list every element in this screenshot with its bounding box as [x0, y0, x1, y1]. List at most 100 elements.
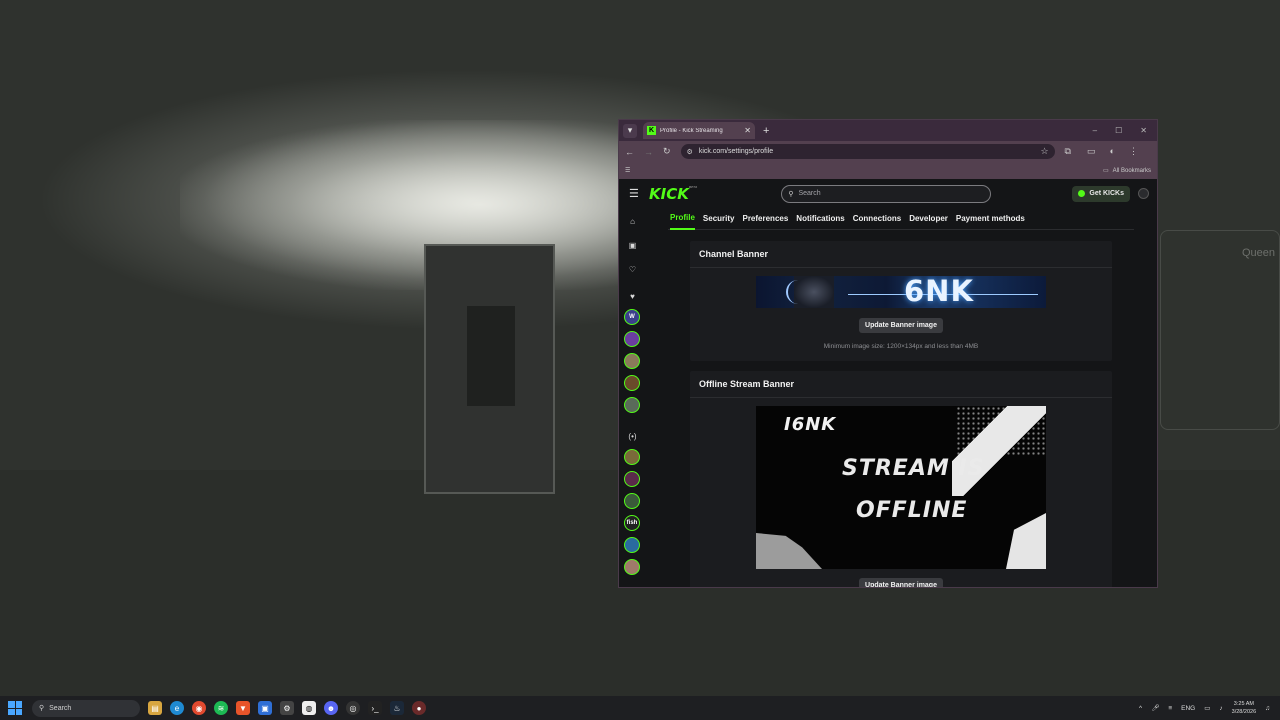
microphone-icon[interactable]: 🎤︎: [1151, 704, 1159, 712]
taskbar-apps: ▤ e ◉ ≋ ▼ ▣ ⚙ ◍ ☻ ◎ ›_ ♨ ●: [148, 701, 426, 715]
favorites-heart-icon[interactable]: ♥: [624, 288, 641, 305]
recommended-channel-avatar[interactable]: fish: [624, 515, 640, 531]
close-window-button[interactable]: ✕: [1140, 126, 1147, 135]
search-icon: ⚲: [788, 190, 794, 198]
language-indicator[interactable]: ENG: [1181, 705, 1195, 712]
discord-icon[interactable]: ☻: [324, 701, 338, 715]
followed-channel-avatar[interactable]: [624, 375, 640, 391]
channel-banner-card: Channel Banner 6NK Update Banner image M…: [690, 241, 1112, 361]
game-icon[interactable]: ●: [412, 701, 426, 715]
file-explorer-icon[interactable]: ▤: [148, 701, 162, 715]
new-tab-button[interactable]: +: [763, 125, 769, 137]
network-icon[interactable]: ≡: [1168, 705, 1172, 712]
settings-icon[interactable]: ⚙: [280, 701, 294, 715]
offline-banner-line1: STREAM IS: [842, 456, 985, 481]
terminal-icon[interactable]: ›_: [368, 701, 382, 715]
taskbar-search[interactable]: ⚲ Search: [32, 699, 140, 717]
store-icon[interactable]: ▣: [258, 701, 272, 715]
followed-channel-avatar[interactable]: W: [624, 309, 640, 325]
kick-favicon-icon: K: [647, 126, 656, 135]
volume-icon[interactable]: ♪: [1219, 705, 1222, 712]
tab-security[interactable]: Security: [703, 208, 735, 230]
offline-banner-image: I6NK STREAM IS OFFLINE: [756, 406, 1046, 569]
clock[interactable]: 3:25 AM 3/28/2026: [1232, 700, 1256, 716]
offline-banner-card: Offline Stream Banner I6NK STREAM IS OFF…: [690, 371, 1112, 587]
followed-channel-avatar[interactable]: [624, 397, 640, 413]
menu-kebab-icon[interactable]: ⋮: [1129, 146, 1138, 157]
recommended-channel-avatar[interactable]: [624, 537, 640, 553]
tab-notifications[interactable]: Notifications: [796, 208, 844, 230]
reload-icon[interactable]: ↻: [663, 146, 671, 157]
door-window: [467, 306, 515, 406]
tab-profile[interactable]: Profile: [670, 208, 695, 230]
kick-navbar: ☰ KICKBETA ⚲ Search Get KICKs: [619, 179, 1157, 208]
tab-search-button[interactable]: ▾: [623, 123, 637, 138]
followed-channel-avatar[interactable]: [624, 353, 640, 369]
github-icon[interactable]: ◎: [346, 701, 360, 715]
monitor-icon[interactable]: ▭: [1204, 704, 1210, 712]
window-controls: – ☐ ✕: [1093, 126, 1157, 135]
offline-banner-name: I6NK: [784, 414, 837, 435]
tab-preferences[interactable]: Preferences: [742, 208, 788, 230]
apps-grid-icon[interactable]: ☰: [625, 167, 630, 174]
tab-connections[interactable]: Connections: [853, 208, 901, 230]
door: [424, 244, 555, 494]
tab-close-icon[interactable]: ✕: [744, 126, 751, 135]
search-input[interactable]: ⚲ Search: [781, 184, 992, 203]
get-kicks-button[interactable]: Get KICKs: [1072, 185, 1130, 202]
tab-developer[interactable]: Developer: [909, 208, 948, 230]
chrome-icon[interactable]: ◉: [192, 701, 206, 715]
browser-tab[interactable]: K Profile - Kick Streaming ✕: [643, 122, 755, 139]
recommended-channel-avatar[interactable]: [624, 493, 640, 509]
start-button[interactable]: [8, 701, 22, 715]
bookmark-star-icon[interactable]: ☆: [1040, 146, 1048, 157]
edge-icon[interactable]: e: [170, 701, 184, 715]
banner-chevron-graphic: [952, 406, 1046, 496]
all-bookmarks-button[interactable]: ▭ All Bookmarks: [1103, 167, 1151, 175]
cast-icon[interactable]: ▭: [1087, 146, 1096, 157]
recommended-channel-avatar[interactable]: [624, 471, 640, 487]
side-navigation: ⌂ ▣ ♡ ♥ W (•) fish: [619, 208, 646, 587]
back-icon[interactable]: ←: [625, 147, 634, 157]
wall-sign-text: Queen: [1241, 247, 1275, 259]
tab-payment-methods[interactable]: Payment methods: [956, 208, 1025, 230]
site-info-icon[interactable]: ⚙: [687, 148, 693, 156]
system-tray: ^ 🎤︎ ≡ ENG ▭ ♪ 3:25 AM 3/28/2026 ♫: [1139, 700, 1280, 716]
recommended-channel-avatar[interactable]: [624, 559, 640, 575]
update-offline-banner-button[interactable]: Update Banner image: [859, 578, 943, 587]
logo-beta: BETA: [688, 184, 698, 189]
following-icon[interactable]: ♡: [624, 261, 641, 278]
home-icon[interactable]: ⌂: [624, 213, 641, 230]
notification-bell-icon[interactable]: ♫: [1265, 705, 1270, 712]
brave-icon[interactable]: ▼: [236, 701, 250, 715]
followed-channel-avatar[interactable]: [624, 331, 640, 347]
obs-icon[interactable]: ◍: [302, 701, 316, 715]
channel-banner-title: Channel Banner: [690, 241, 1112, 268]
browse-icon[interactable]: ▣: [624, 237, 641, 254]
settings-tabs: Profile Security Preferences Notificatio…: [668, 208, 1134, 230]
kick-logo[interactable]: KICKBETA: [649, 185, 697, 203]
address-bar[interactable]: ⚙ kick.com/settings/profile ☆: [680, 144, 1055, 159]
wall-sign: Queen: [1160, 230, 1280, 430]
profile-icon[interactable]: ◐: [1110, 146, 1115, 157]
get-kicks-label: Get KICKs: [1089, 190, 1124, 197]
kick-page: ☰ KICKBETA ⚲ Search Get KICKs ⌂ ▣ ♡ ♥ W …: [619, 179, 1157, 587]
maximize-button[interactable]: ☐: [1115, 126, 1122, 135]
minimize-button[interactable]: –: [1093, 126, 1097, 135]
clock-date: 3/28/2026: [1231, 709, 1257, 715]
all-bookmarks-label: All Bookmarks: [1112, 167, 1151, 174]
banner-triangle-graphic: [1006, 513, 1046, 569]
live-icon[interactable]: (•): [624, 428, 641, 445]
spotify-icon[interactable]: ≋: [214, 701, 228, 715]
steam-icon[interactable]: ♨: [390, 701, 404, 715]
taskbar: ⚲ Search ▤ e ◉ ≋ ▼ ▣ ⚙ ◍ ☻ ◎ ›_ ♨ ● ^ 🎤︎…: [0, 696, 1280, 720]
extensions-icon[interactable]: ⧉: [1065, 146, 1071, 157]
hamburger-menu-icon[interactable]: ☰: [629, 187, 641, 200]
forward-icon[interactable]: →: [644, 147, 653, 157]
tray-overflow-icon[interactable]: ^: [1139, 705, 1142, 712]
recommended-channel-avatar[interactable]: [624, 449, 640, 465]
update-channel-banner-button[interactable]: Update Banner image: [859, 318, 943, 333]
user-avatar[interactable]: [1138, 188, 1149, 199]
channel-banner-image: 6NK: [756, 276, 1046, 308]
bookmarks-bar: ☰ ▭ All Bookmarks: [619, 162, 1157, 179]
